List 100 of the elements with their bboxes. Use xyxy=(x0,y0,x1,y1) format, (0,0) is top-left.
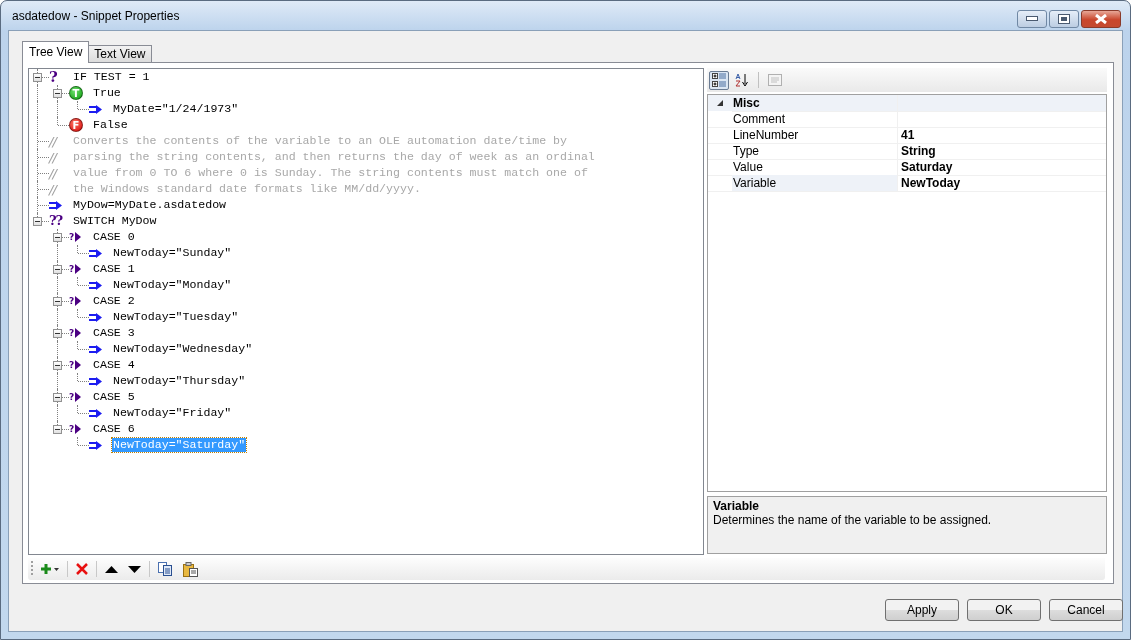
categorized-icon xyxy=(712,73,726,87)
collapse-toggle[interactable] xyxy=(53,297,62,306)
comment-mark: // xyxy=(49,133,56,149)
collapse-toggle[interactable] xyxy=(53,265,62,274)
tree-item[interactable]: NewToday="Sunday" xyxy=(112,246,233,260)
collapse-toggle[interactable] xyxy=(53,393,62,402)
tree-item[interactable]: IF TEST = 1 xyxy=(72,70,151,84)
double-arrow-icon xyxy=(49,200,62,210)
tab[interactable]: Text View xyxy=(88,45,152,62)
question-mark: ? xyxy=(69,295,75,308)
delete-icon xyxy=(76,563,88,575)
question-marks: ?? xyxy=(49,213,63,229)
down-triangle-icon xyxy=(128,565,141,573)
question-mark: ? xyxy=(69,359,75,372)
collapse-toggle[interactable] xyxy=(53,425,62,434)
tree-item[interactable]: CASE 0 xyxy=(92,230,136,244)
move-down-button[interactable] xyxy=(126,563,143,575)
property-value[interactable]: Saturday xyxy=(898,159,1106,176)
collapse-toggle[interactable] xyxy=(33,73,42,82)
categorized-view-button[interactable] xyxy=(709,70,729,90)
collapse-toggle[interactable] xyxy=(53,89,62,98)
tree-item[interactable]: CASE 4 xyxy=(92,358,136,372)
question-mark: ? xyxy=(69,327,75,340)
triangle-icon xyxy=(75,328,82,338)
double-arrow-icon xyxy=(89,440,102,450)
tree-item[interactable]: MyDate="1/24/1973" xyxy=(112,102,240,116)
triangle-icon xyxy=(75,360,82,370)
tree-item[interactable]: False xyxy=(92,118,129,132)
copy-icon xyxy=(158,562,173,576)
triangle-icon xyxy=(75,232,82,242)
tree-item[interactable]: NewToday="Tuesday" xyxy=(112,310,240,324)
comment-mark: // xyxy=(49,149,56,165)
question-mark: ? xyxy=(69,263,75,276)
double-arrow-icon xyxy=(89,344,102,354)
collapse-toggle[interactable] xyxy=(53,329,62,338)
collapse-toggle[interactable] xyxy=(53,233,62,242)
tree-item[interactable]: MyDow=MyDate.asdatedow xyxy=(72,198,228,212)
category-label: Misc xyxy=(732,95,898,112)
up-triangle-icon xyxy=(105,565,118,573)
maximize-icon xyxy=(1058,14,1070,24)
collapse-toggle[interactable] xyxy=(53,361,62,370)
move-up-button[interactable] xyxy=(103,563,120,575)
add-button[interactable] xyxy=(39,562,61,576)
tree-item[interactable]: NewToday="Monday" xyxy=(112,278,233,292)
tree-item[interactable]: CASE 6 xyxy=(92,422,136,436)
tree-item[interactable]: CASE 5 xyxy=(92,390,136,404)
copy-button[interactable] xyxy=(156,560,175,578)
false-marker: F xyxy=(69,118,83,132)
true-marker: T xyxy=(69,86,83,100)
double-arrow-icon xyxy=(89,248,102,258)
comment-mark: // xyxy=(49,165,56,181)
collapse-toggle[interactable] xyxy=(33,217,42,226)
double-arrow-icon xyxy=(89,376,102,386)
tree-item[interactable]: NewToday="Friday" xyxy=(112,406,233,420)
dialog-button[interactable]: OK xyxy=(967,599,1041,621)
question-mark: ? xyxy=(69,231,75,244)
triangle-icon xyxy=(75,424,82,434)
comment-mark: // xyxy=(49,181,56,197)
tree-item[interactable]: CASE 3 xyxy=(92,326,136,340)
tree-item[interactable]: CASE 1 xyxy=(92,262,136,276)
sort-icon xyxy=(735,73,749,87)
property-name[interactable]: Variable xyxy=(732,175,898,192)
question-mark: ? xyxy=(69,391,75,404)
minimize-icon xyxy=(1026,16,1038,22)
tree-item[interactable]: NewToday="Wednesday" xyxy=(112,342,254,356)
question-mark: ? xyxy=(49,69,58,85)
triangle-icon xyxy=(75,392,82,402)
property-value[interactable]: String xyxy=(898,143,1106,160)
triangle-icon xyxy=(75,296,82,306)
tree-item[interactable]: CASE 2 xyxy=(92,294,136,308)
property-name[interactable]: Type xyxy=(732,143,898,160)
property-value[interactable]: NewToday xyxy=(898,175,1106,192)
tree-item[interactable]: True xyxy=(92,86,122,100)
description-text: Determines the name of the variable to be assigned. xyxy=(713,513,993,527)
expand-triangle-icon[interactable] xyxy=(716,100,724,107)
caret-icon xyxy=(54,567,59,571)
property-value[interactable]: 41 xyxy=(898,127,1106,144)
dialog-button[interactable]: Cancel xyxy=(1049,599,1123,621)
property-name[interactable]: Comment xyxy=(732,111,898,128)
maximize-button[interactable] xyxy=(1049,10,1079,28)
tree-item[interactable]: NewToday="Thursday" xyxy=(112,374,247,388)
property-name[interactable]: LineNumber xyxy=(732,127,898,144)
tree-item[interactable]: SWITCH MyDow xyxy=(72,214,158,228)
double-arrow-icon xyxy=(89,280,102,290)
double-arrow-icon xyxy=(89,104,102,114)
delete-button[interactable] xyxy=(74,561,90,577)
double-arrow-icon xyxy=(89,408,102,418)
paste-button[interactable] xyxy=(181,559,200,579)
description-title: Variable xyxy=(713,499,761,513)
window-icon xyxy=(768,74,782,86)
window-title: asdatedow - Snippet Properties xyxy=(12,8,181,23)
close-button[interactable] xyxy=(1081,10,1121,28)
tab[interactable]: Tree View xyxy=(22,41,90,63)
paste-icon xyxy=(183,561,198,577)
double-arrow-icon xyxy=(89,312,102,322)
question-mark: ? xyxy=(69,423,75,436)
close-icon xyxy=(1094,14,1108,24)
dialog-button[interactable]: Apply xyxy=(885,599,959,621)
minimize-button[interactable] xyxy=(1017,10,1047,28)
triangle-icon xyxy=(75,264,82,274)
